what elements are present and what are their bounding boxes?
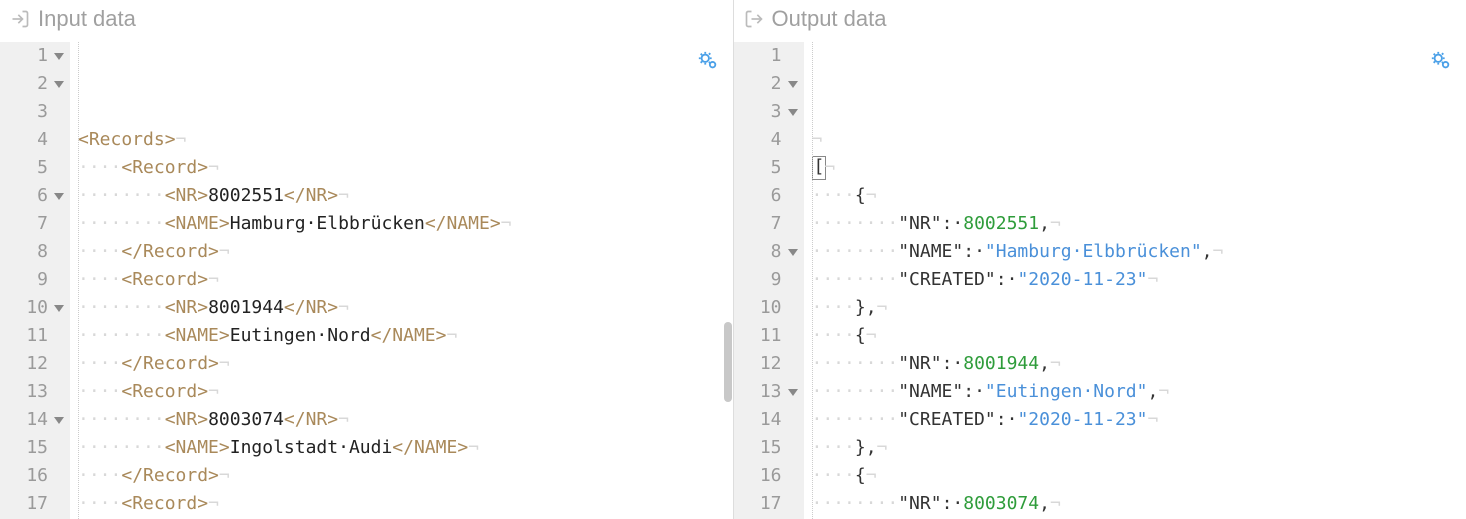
code-line[interactable]: ¬ bbox=[812, 126, 1466, 154]
code-line[interactable]: ····</Record>¬ bbox=[78, 350, 733, 378]
code-line[interactable]: ····},¬ bbox=[812, 294, 1466, 322]
fold-icon[interactable] bbox=[54, 193, 64, 200]
gutter-line: 11 bbox=[10, 322, 64, 350]
gutter-line: 6 bbox=[744, 182, 798, 210]
gutter-line: 3 bbox=[10, 98, 64, 126]
input-panel: Input data 1234567891011121314151617 <Re… bbox=[0, 0, 734, 519]
output-gutter: 1234567891011121314151617 bbox=[734, 42, 804, 519]
code-line[interactable]: ········"NR":·8002551,¬ bbox=[812, 210, 1466, 238]
code-line[interactable]: ········<NAME>Hamburg·Elbbrücken</NAME>¬ bbox=[78, 210, 733, 238]
input-code[interactable]: <Records>¬····<Record>¬········<NR>80025… bbox=[70, 42, 733, 519]
code-line[interactable]: ········"NR":·8003074,¬ bbox=[812, 490, 1466, 518]
gutter-line: 1 bbox=[744, 42, 798, 70]
code-line[interactable]: ····},¬ bbox=[812, 434, 1466, 462]
input-panel-header: Input data bbox=[0, 0, 733, 42]
output-icon bbox=[744, 9, 764, 29]
gutter-line: 5 bbox=[10, 154, 64, 182]
code-line[interactable]: ········<NR>8002551</NR>¬ bbox=[78, 182, 733, 210]
output-panel: Output data 1234567891011121314151617 ¬[… bbox=[734, 0, 1466, 519]
code-line[interactable]: ········<NR>8001944</NR>¬ bbox=[78, 294, 733, 322]
gutter-line: 9 bbox=[744, 266, 798, 294]
gutter-line: 2 bbox=[744, 70, 798, 98]
code-line[interactable]: ····<Record>¬ bbox=[78, 490, 733, 518]
code-line[interactable]: ········"NAME":·"Eutingen·Nord",¬ bbox=[812, 378, 1466, 406]
input-panel-title: Input data bbox=[38, 6, 136, 32]
gutter-line: 12 bbox=[744, 350, 798, 378]
input-editor[interactable]: 1234567891011121314151617 <Records>¬····… bbox=[0, 42, 733, 519]
input-gutter: 1234567891011121314151617 bbox=[0, 42, 70, 519]
gutter-line: 6 bbox=[10, 182, 64, 210]
code-line[interactable]: ········"CREATED":·"2020-11-23"¬ bbox=[812, 266, 1466, 294]
code-line[interactable]: <Records>¬ bbox=[78, 126, 733, 154]
code-line[interactable]: ····<Record>¬ bbox=[78, 266, 733, 294]
gutter-line: 1 bbox=[10, 42, 64, 70]
code-line[interactable]: ········"CREATED":·"2020-11-23"¬ bbox=[812, 406, 1466, 434]
output-code[interactable]: ¬[¬····{¬········"NR":·8002551,¬········… bbox=[804, 42, 1466, 519]
code-line[interactable]: ········"NAME":·"Hamburg·Elbbrücken",¬ bbox=[812, 238, 1466, 266]
gutter-line: 15 bbox=[10, 434, 64, 462]
code-line[interactable]: ····</Record>¬ bbox=[78, 462, 733, 490]
gutter-line: 15 bbox=[744, 434, 798, 462]
output-editor[interactable]: 1234567891011121314151617 ¬[¬····{¬·····… bbox=[734, 42, 1466, 519]
gutter-line: 8 bbox=[744, 238, 798, 266]
gutter-line: 8 bbox=[10, 238, 64, 266]
fold-icon[interactable] bbox=[54, 417, 64, 424]
gutter-line: 13 bbox=[10, 378, 64, 406]
fold-icon[interactable] bbox=[788, 249, 798, 256]
output-panel-title: Output data bbox=[772, 6, 887, 32]
gutter-line: 7 bbox=[744, 210, 798, 238]
gutter-line: 17 bbox=[744, 490, 798, 518]
gutter-line: 10 bbox=[744, 294, 798, 322]
gutter-line: 7 bbox=[10, 210, 64, 238]
fold-icon[interactable] bbox=[54, 53, 64, 60]
gutter-line: 11 bbox=[744, 322, 798, 350]
gutter-line: 2 bbox=[10, 70, 64, 98]
code-line[interactable]: ····{¬ bbox=[812, 322, 1466, 350]
code-line[interactable]: ····</Record>¬ bbox=[78, 238, 733, 266]
gutter-line: 14 bbox=[10, 406, 64, 434]
fold-icon[interactable] bbox=[54, 305, 64, 312]
code-line[interactable]: ········<NAME>Eutingen·Nord</NAME>¬ bbox=[78, 322, 733, 350]
output-panel-header: Output data bbox=[734, 0, 1466, 42]
code-line[interactable]: ········"NR":·8001944,¬ bbox=[812, 350, 1466, 378]
gutter-line: 17 bbox=[10, 490, 64, 518]
gutter-line: 4 bbox=[10, 126, 64, 154]
code-line[interactable]: ····<Record>¬ bbox=[78, 378, 733, 406]
gear-icon[interactable] bbox=[1430, 50, 1452, 72]
gutter-line: 10 bbox=[10, 294, 64, 322]
gutter-line: 14 bbox=[744, 406, 798, 434]
fold-icon[interactable] bbox=[54, 81, 64, 88]
gutter-line: 3 bbox=[744, 98, 798, 126]
gutter-line: 16 bbox=[744, 462, 798, 490]
code-line[interactable]: ····{¬ bbox=[812, 462, 1466, 490]
gutter-line: 4 bbox=[744, 126, 798, 154]
fold-icon[interactable] bbox=[788, 81, 798, 88]
code-line[interactable]: ········<NAME>Ingolstadt·Audi</NAME>¬ bbox=[78, 434, 733, 462]
code-line[interactable]: [¬ bbox=[812, 154, 1466, 182]
gutter-line: 12 bbox=[10, 350, 64, 378]
scrollbar-thumb[interactable] bbox=[724, 322, 732, 402]
gutter-line: 9 bbox=[10, 266, 64, 294]
code-line[interactable]: ····{¬ bbox=[812, 182, 1466, 210]
code-line[interactable]: ········<NR>8003074</NR>¬ bbox=[78, 406, 733, 434]
gutter-line: 5 bbox=[744, 154, 798, 182]
gutter-line: 16 bbox=[10, 462, 64, 490]
fold-icon[interactable] bbox=[788, 109, 798, 116]
input-icon bbox=[10, 9, 30, 29]
gutter-line: 13 bbox=[744, 378, 798, 406]
fold-icon[interactable] bbox=[788, 389, 798, 396]
gear-icon[interactable] bbox=[697, 50, 719, 72]
code-line[interactable]: ····<Record>¬ bbox=[78, 154, 733, 182]
